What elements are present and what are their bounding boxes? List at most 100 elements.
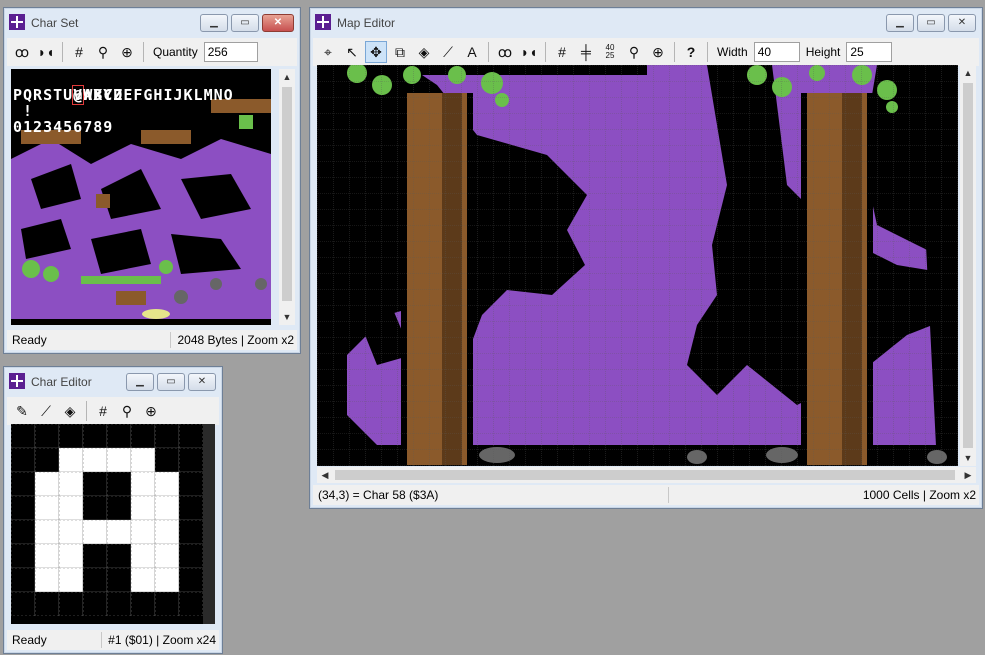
zoom-in-icon[interactable]: ⊕: [647, 41, 669, 63]
pixel-cell[interactable]: [106, 447, 132, 473]
scroll-thumb[interactable]: [963, 83, 973, 448]
charset-canvas[interactable]: @ABCDEFGHIJKLMNO PQRSTUVWXYZ ! 012345678…: [11, 69, 271, 325]
map-hscroll[interactable]: ◀ ▶: [317, 467, 976, 483]
pixel-grid-svg[interactable]: [11, 424, 203, 616]
height-input[interactable]: [846, 42, 893, 62]
minimize-button[interactable]: ▁: [200, 14, 228, 32]
pixel-cell[interactable]: [82, 447, 108, 473]
pixel-cell[interactable]: [58, 424, 84, 449]
clone-stamp-icon[interactable]: ⧉: [389, 41, 411, 63]
pixel-cell[interactable]: [178, 424, 203, 449]
grid-split-icon[interactable]: ╪: [575, 41, 597, 63]
mapeditor-titlebar[interactable]: Map Editor ▁ ▭ ✕: [310, 8, 982, 36]
pixel-cell[interactable]: [130, 591, 156, 616]
pixel-cell[interactable]: [82, 591, 108, 616]
pixel-cell[interactable]: [154, 424, 180, 449]
pixel-cell[interactable]: [82, 471, 108, 497]
text-tool-icon[interactable]: A: [461, 41, 483, 63]
minimize-button[interactable]: ▁: [886, 14, 914, 32]
scroll-right-icon[interactable]: ▶: [960, 467, 976, 483]
maximize-button[interactable]: ▭: [157, 373, 185, 391]
eyedropper-icon[interactable]: ⟋: [437, 41, 459, 63]
pixel-cell[interactable]: [106, 567, 132, 593]
close-button[interactable]: ✕: [948, 14, 976, 32]
pixel-cell[interactable]: [178, 471, 203, 497]
zoom-in-icon[interactable]: ⊕: [116, 41, 138, 63]
maximize-button[interactable]: ▭: [231, 14, 259, 32]
fill-bucket-icon[interactable]: ◈: [413, 41, 435, 63]
pixel-cell[interactable]: [11, 424, 36, 449]
pixel-cell[interactable]: [106, 424, 132, 449]
pixel-cell[interactable]: [34, 447, 60, 473]
pixel-cell[interactable]: [58, 591, 84, 616]
pixel-cell[interactable]: [106, 471, 132, 497]
close-button[interactable]: ✕: [262, 14, 294, 32]
pixel-cell[interactable]: [82, 424, 108, 449]
pixel-cell[interactable]: [154, 591, 180, 616]
pixel-cell[interactable]: [82, 519, 108, 545]
pixel-cell[interactable]: [178, 543, 203, 569]
pixel-cell[interactable]: [11, 495, 36, 521]
maximize-button[interactable]: ▭: [917, 14, 945, 32]
width-input[interactable]: [753, 42, 800, 62]
map-vscroll[interactable]: ▲ ▼: [960, 65, 976, 466]
glasses-filled-icon[interactable]: ◗◖: [35, 41, 57, 63]
pixel-cell[interactable]: [11, 567, 36, 593]
grid-icon[interactable]: #: [92, 400, 114, 422]
pixel-cell[interactable]: [34, 591, 60, 616]
pixel-cell[interactable]: [106, 543, 132, 569]
crosshair-icon[interactable]: ⌖: [317, 41, 339, 63]
minimize-button[interactable]: ▁: [126, 373, 154, 391]
pixel-cell[interactable]: [34, 471, 60, 497]
pixel-cell[interactable]: [58, 471, 84, 497]
pixel-cell[interactable]: [82, 495, 108, 521]
scroll-left-icon[interactable]: ◀: [317, 467, 333, 483]
pixel-cell[interactable]: [130, 447, 156, 473]
scroll-down-icon[interactable]: ▼: [960, 450, 976, 466]
pixel-cell[interactable]: [130, 543, 156, 569]
zoom-out-icon[interactable]: ⚲: [116, 400, 138, 422]
pixel-cell[interactable]: [178, 567, 203, 593]
pixel-cell[interactable]: [58, 567, 84, 593]
chareditor-titlebar[interactable]: Char Editor ▁ ▭ ✕: [4, 367, 222, 395]
pixel-cell[interactable]: [82, 543, 108, 569]
scroll-up-icon[interactable]: ▲: [279, 69, 295, 85]
help-icon[interactable]: ?: [680, 41, 702, 63]
pixel-cell[interactable]: [11, 471, 36, 497]
pixel-cell[interactable]: [106, 591, 132, 616]
fill-bucket-icon[interactable]: ◈: [59, 400, 81, 422]
pixel-cell[interactable]: [34, 519, 60, 545]
pixel-cell[interactable]: [106, 495, 132, 521]
pixel-cell[interactable]: [34, 567, 60, 593]
stamp-icon[interactable]: ✥: [365, 41, 387, 63]
pixel-cell[interactable]: [178, 495, 203, 521]
grid-icon[interactable]: #: [551, 41, 573, 63]
pixel-cell[interactable]: [154, 471, 180, 497]
close-button[interactable]: ✕: [188, 373, 216, 391]
pixel-cell[interactable]: [34, 495, 60, 521]
pixel-cell[interactable]: [154, 567, 180, 593]
glasses-filled-icon[interactable]: ◗◖: [518, 41, 540, 63]
pencil-icon[interactable]: ✎: [11, 400, 33, 422]
scroll-thumb[interactable]: [335, 470, 955, 480]
char-pixel-grid[interactable]: [11, 424, 215, 624]
pixel-cell[interactable]: [154, 519, 180, 545]
pixel-cell[interactable]: [130, 424, 156, 449]
map-canvas[interactable]: [317, 65, 958, 466]
zoom-in-icon[interactable]: ⊕: [140, 400, 162, 422]
pixel-cell[interactable]: [58, 543, 84, 569]
scroll-up-icon[interactable]: ▲: [960, 65, 976, 81]
pixel-cell[interactable]: [130, 495, 156, 521]
pixel-cell[interactable]: [130, 567, 156, 593]
pixel-cell[interactable]: [11, 543, 36, 569]
pixel-cell[interactable]: [58, 519, 84, 545]
glasses-outline-icon[interactable]: ꝏ: [494, 41, 516, 63]
pixel-cell[interactable]: [11, 519, 36, 545]
pixel-cell[interactable]: [11, 591, 36, 616]
scroll-thumb[interactable]: [282, 87, 292, 301]
grid-icon[interactable]: #: [68, 41, 90, 63]
charset-titlebar[interactable]: Char Set ▁ ▭ ✕: [4, 8, 300, 36]
grid-size-icon[interactable]: 40 25: [599, 41, 621, 63]
pixel-cell[interactable]: [34, 543, 60, 569]
eyedropper-icon[interactable]: ⟋: [35, 400, 57, 422]
